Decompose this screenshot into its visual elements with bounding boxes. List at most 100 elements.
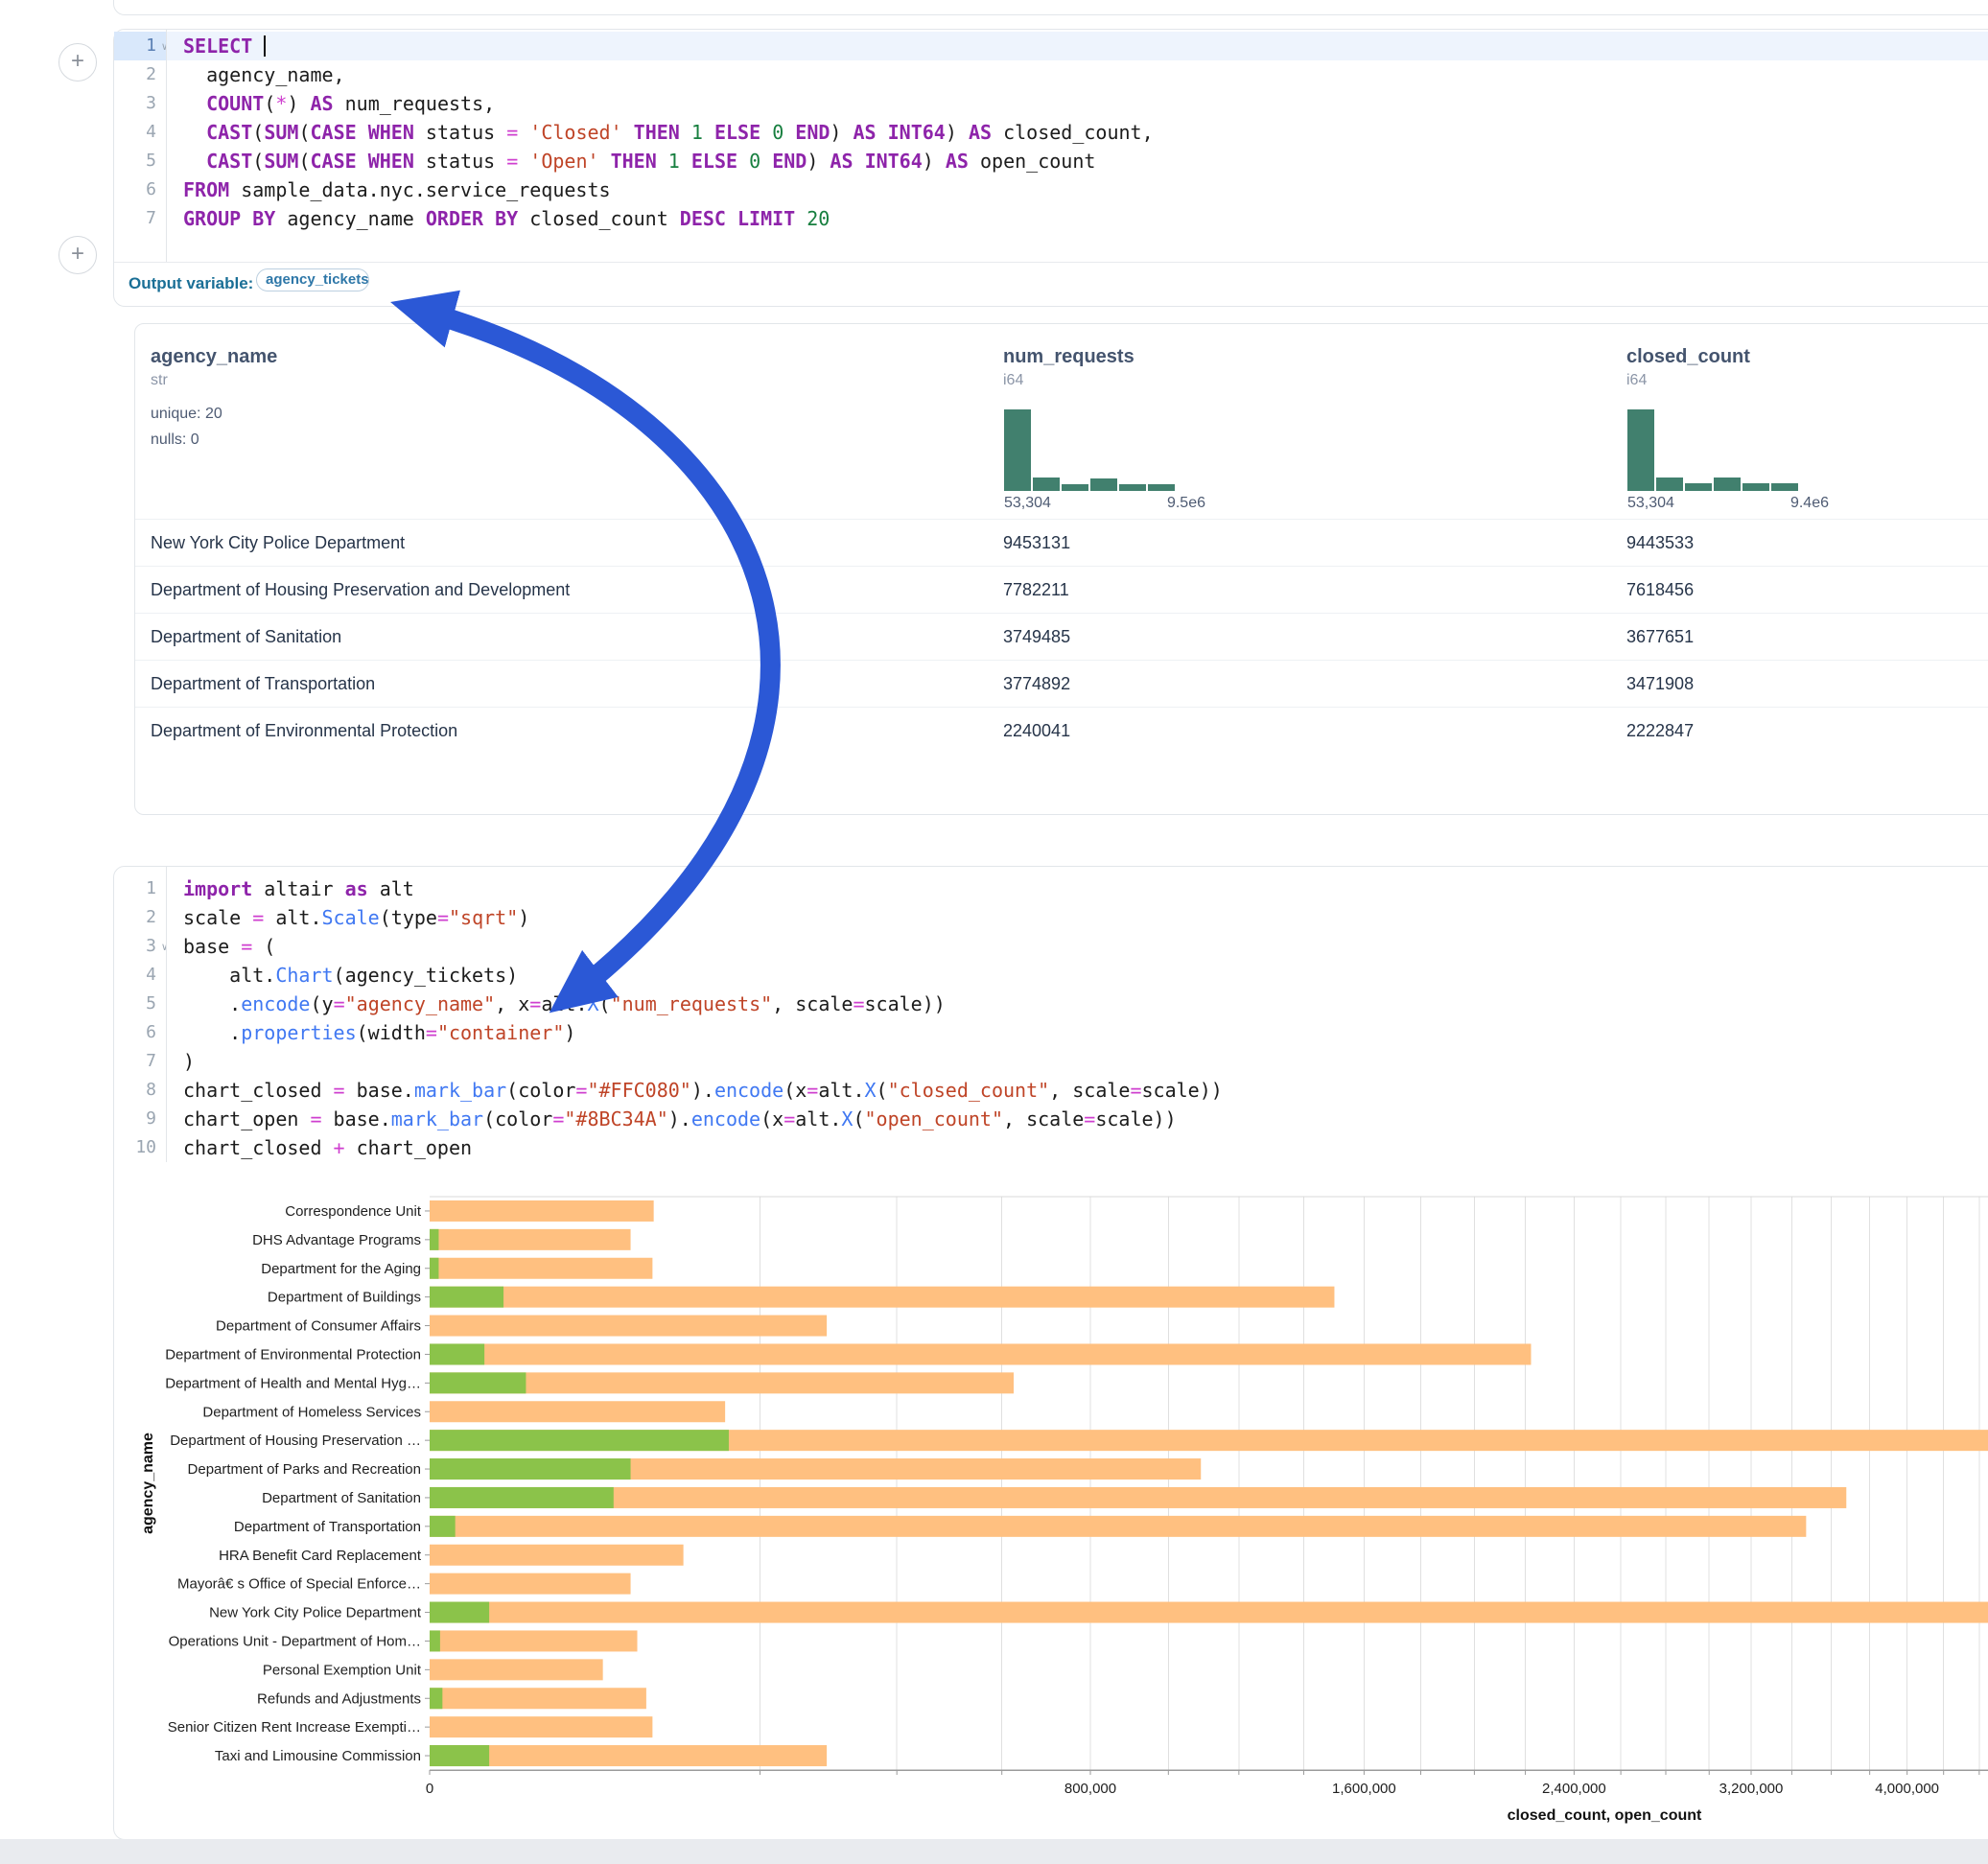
x-tick-label: 800,000 (1064, 1781, 1116, 1797)
code-text: CAST(SUM(CASE WHEN status = 'Closed' THE… (183, 118, 1988, 147)
code-line[interactable]: 3 COUNT(*) AS num_requests, (114, 89, 1988, 118)
x-axis-title: closed_count, open_count (1508, 1807, 1702, 1824)
histogram-bar (1148, 484, 1175, 491)
table-row: Department of Sanitation37494853677651 (135, 613, 1988, 661)
code-text: alt.Chart(agency_tickets) (183, 961, 1988, 990)
bar-open-count (430, 1458, 631, 1480)
line-number: 5 (114, 147, 166, 175)
fold-chevron-icon[interactable]: ∨ (161, 33, 168, 61)
code-line[interactable]: 3∨base = ( (114, 932, 1988, 961)
bar-closed-count (430, 1716, 652, 1737)
add-cell-button-top[interactable]: + (58, 43, 97, 82)
line-number: 3 (114, 89, 166, 118)
bar-closed-count (430, 1401, 725, 1422)
y-axis-label: Department of Health and Mental Hyg… (165, 1375, 421, 1391)
column-header[interactable]: closed_count (1626, 346, 1750, 368)
code-text: GROUP BY agency_name ORDER BY closed_cou… (183, 204, 1988, 233)
line-number: 1∨ (114, 32, 166, 60)
bar-closed-count (430, 1316, 827, 1337)
y-axis-label: Senior Citizen Rent Increase Exempti… (168, 1719, 421, 1736)
gutter-separator (166, 30, 167, 262)
cell-value: 2222847 (1626, 721, 1694, 741)
x-tick-label: 1,600,000 (1332, 1781, 1396, 1797)
page-bottom-strip (0, 1839, 1988, 1864)
y-axis-label: Department of Environmental Protection (165, 1346, 421, 1363)
line-number: 2 (114, 903, 166, 932)
python-code-editor[interactable]: 1import altair as alt2scale = alt.Scale(… (114, 874, 1988, 1162)
hist-min: 53,304 (1004, 495, 1051, 512)
bar-closed-count (430, 1343, 1531, 1364)
hist-max: 9.5e6 (1167, 495, 1205, 512)
code-line[interactable]: 8chart_closed = base.mark_bar(color="#FF… (114, 1076, 1988, 1105)
y-axis-label: HRA Benefit Card Replacement (219, 1548, 422, 1564)
line-number: 7 (114, 204, 166, 233)
fold-chevron-icon[interactable]: ∨ (161, 933, 168, 962)
y-axis-title: agency_name (140, 1433, 156, 1534)
line-number: 4 (114, 118, 166, 147)
code-line[interactable]: 9chart_open = base.mark_bar(color="#8BC3… (114, 1105, 1988, 1133)
bar-closed-count (430, 1630, 638, 1651)
add-cell-button-middle[interactable]: + (58, 236, 97, 274)
line-number: 1 (114, 874, 166, 903)
bar-open-count (430, 1430, 729, 1451)
output-variable-pill[interactable]: agency_tickets (256, 268, 369, 291)
bar-closed-count (430, 1258, 652, 1279)
cell-agency-name: Department of Housing Preservation and D… (151, 580, 570, 600)
y-axis-label: Correspondence Unit (285, 1203, 422, 1220)
histogram-range-labels: 53,3049.4e6 (1627, 495, 1829, 512)
hist-min: 53,304 (1627, 495, 1674, 512)
line-number: 2 (114, 60, 166, 89)
code-line[interactable]: 2scale = alt.Scale(type="sqrt") (114, 903, 1988, 932)
histogram-bar (1685, 483, 1712, 491)
histogram-bar (1062, 484, 1088, 491)
y-axis-label: Department of Sanitation (262, 1490, 421, 1506)
y-axis-label: Department of Housing Preservation … (170, 1433, 421, 1449)
y-axis-label: Mayorâ€ s Office of Special Enforce… (177, 1576, 421, 1593)
bar-closed-count (430, 1287, 1334, 1308)
code-line[interactable]: 2 agency_name, (114, 60, 1988, 89)
y-axis-label: Department of Parks and Recreation (188, 1461, 421, 1478)
y-axis-label: Department of Homeless Services (202, 1404, 421, 1420)
bar-closed-count (430, 1516, 1806, 1537)
cell-agency-name: Department of Sanitation (151, 627, 341, 647)
cell-agency-name: New York City Police Department (151, 533, 405, 553)
code-line[interactable]: 1import altair as alt (114, 874, 1988, 903)
x-tick-label: 4,000,000 (1875, 1781, 1939, 1797)
histogram-range-labels: 53,304 9.5e6 (1004, 495, 1205, 512)
code-line[interactable]: 7) (114, 1047, 1988, 1076)
code-line[interactable]: 1∨SELECT (114, 32, 1988, 60)
code-line[interactable]: 6FROM sample_data.nyc.service_requests (114, 175, 1988, 204)
column-header[interactable]: num_requests (1003, 346, 1134, 368)
code-line[interactable]: 5 .encode(y="agency_name", x=alt.X("num_… (114, 990, 1988, 1018)
sql-code-editor[interactable]: 1∨SELECT 2 agency_name,3 COUNT(*) AS num… (114, 32, 1988, 262)
code-text: .properties(width="container") (183, 1018, 1988, 1047)
code-line[interactable]: 6 .properties(width="container") (114, 1018, 1988, 1047)
cell-value: 3677651 (1626, 627, 1694, 647)
histogram-bar (1656, 478, 1683, 491)
line-number: 5 (114, 990, 166, 1018)
cell-value: 3774892 (1003, 674, 1070, 694)
code-text: .encode(y="agency_name", x=alt.X("num_re… (183, 990, 1988, 1018)
code-text: chart_open = base.mark_bar(color="#8BC34… (183, 1105, 1988, 1133)
code-line[interactable]: 7 GROUP BY agency_name ORDER BY closed_co… (114, 204, 1988, 233)
cell-value: 7618456 (1626, 580, 1694, 600)
dataframe-preview: agency_namestrunique: 20nulls: 0num_requ… (134, 323, 1988, 815)
cell-value: 3471908 (1626, 674, 1694, 694)
table-row: Department of Housing Preservation and D… (135, 566, 1988, 614)
code-line[interactable]: 4 alt.Chart(agency_tickets) (114, 961, 1988, 990)
code-line[interactable]: 4 CAST(SUM(CASE WHEN status = 'Closed' T… (114, 118, 1988, 147)
cell-value: 2240041 (1003, 721, 1070, 741)
previous-cell-edge (113, 0, 1988, 15)
python-cell: 1import altair as alt2scale = alt.Scale(… (113, 866, 1988, 1840)
y-axis-label: Personal Exemption Unit (263, 1662, 422, 1678)
code-line[interactable]: 5 CAST(SUM(CASE WHEN status = 'Open' THE… (114, 147, 1988, 175)
bar-open-count (430, 1258, 438, 1279)
output-variable-row: Output variable: agency_tickets (114, 262, 1988, 306)
column-header[interactable]: agency_name (151, 346, 277, 368)
x-tick-label: 2,400,000 (1542, 1781, 1606, 1797)
cell-value: 9453131 (1003, 533, 1070, 553)
bar-open-count (430, 1287, 503, 1308)
line-number: 3∨ (114, 932, 166, 961)
code-line[interactable]: 10chart_closed + chart_open (114, 1133, 1988, 1162)
line-number: 7 (114, 1047, 166, 1076)
